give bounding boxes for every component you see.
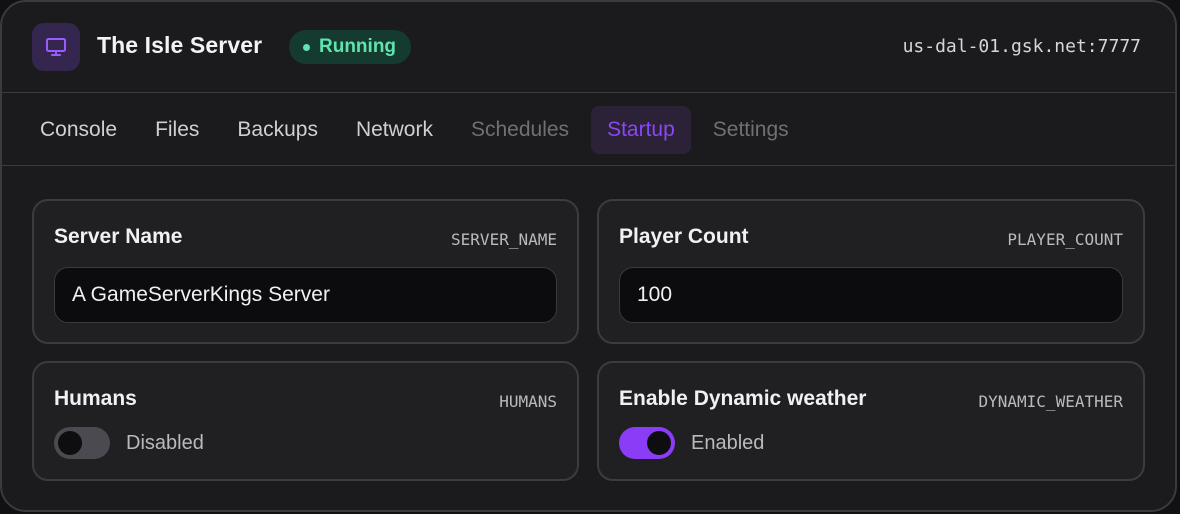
page-title: The Isle Server [97, 32, 263, 58]
variable-card-dynamic-weather: Enable Dynamic weather DYNAMIC_WEATHER E… [597, 361, 1145, 481]
tab-console[interactable]: Console [24, 106, 133, 154]
server-name-input[interactable] [54, 267, 557, 323]
toggle-state-text: Enabled [691, 431, 765, 454]
variable-key: DYNAMIC_WEATHER [978, 392, 1124, 411]
server-header: The Isle Server Running us-dal-01.gsk.ne… [2, 2, 1175, 92]
header-divider [2, 92, 1175, 93]
status-text: Running [319, 36, 397, 57]
variable-card-humans: Humans HUMANS Disabled [32, 361, 579, 481]
tab-startup[interactable]: Startup [591, 106, 691, 154]
toggle-knob [647, 431, 671, 455]
dynamic-weather-toggle[interactable] [619, 427, 675, 459]
status-badge: Running [289, 30, 412, 64]
server-address: us-dal-01.gsk.net:7777 [902, 36, 1141, 57]
tab-schedules[interactable]: Schedules [455, 106, 585, 154]
player-count-input[interactable] [619, 267, 1123, 323]
tab-files[interactable]: Files [139, 106, 215, 154]
variable-key: PLAYER_COUNT [1007, 230, 1123, 249]
variable-key: SERVER_NAME [451, 230, 557, 249]
variable-label: Humans [54, 387, 137, 410]
tab-backups[interactable]: Backups [221, 106, 334, 154]
variable-label: Enable Dynamic weather [619, 387, 867, 410]
toggle-state-text: Disabled [126, 431, 204, 454]
tab-settings[interactable]: Settings [697, 106, 805, 154]
variable-card-server-name: Server Name SERVER_NAME [32, 199, 579, 344]
monitor-icon [32, 23, 80, 71]
server-panel: The Isle Server Running us-dal-01.gsk.ne… [0, 0, 1177, 512]
tabs-divider [2, 165, 1175, 166]
tab-network[interactable]: Network [340, 106, 449, 154]
variable-label: Player Count [619, 225, 749, 248]
variable-key: HUMANS [499, 392, 557, 411]
humans-toggle[interactable] [54, 427, 110, 459]
dynamic-weather-toggle-row: Enabled [619, 427, 764, 459]
variable-card-player-count: Player Count PLAYER_COUNT [597, 199, 1145, 344]
toggle-knob [58, 431, 82, 455]
variable-label: Server Name [54, 225, 183, 248]
tab-bar: Console Files Backups Network Schedules … [24, 105, 805, 155]
humans-toggle-row: Disabled [54, 427, 204, 459]
status-dot-icon [303, 43, 310, 51]
